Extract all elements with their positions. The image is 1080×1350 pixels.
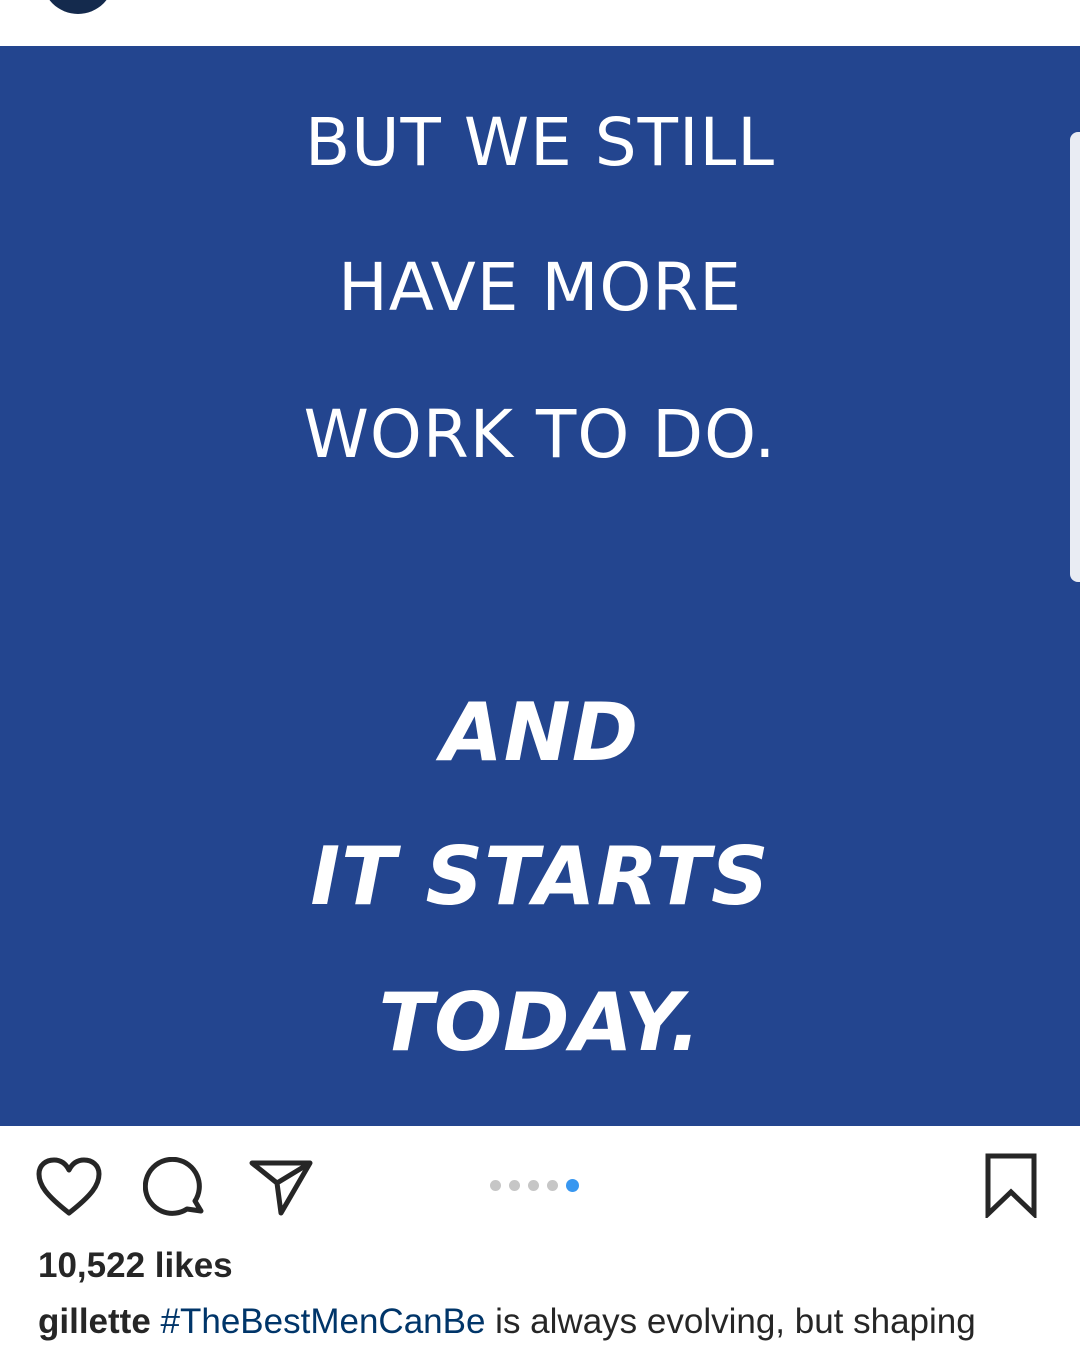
instagram-post-screen: BUT WE STILL HAVE MORE WORK TO DO. AND I…: [0, 0, 1080, 1350]
carousel-dot: [547, 1179, 558, 1191]
image-text-line-6: TODAY.: [378, 976, 702, 1069]
post-image[interactable]: BUT WE STILL HAVE MORE WORK TO DO. AND I…: [0, 46, 1080, 1126]
heart-icon[interactable]: [30, 1148, 108, 1226]
image-text-line-4: AND: [440, 686, 640, 779]
carousel-dots: [490, 1178, 579, 1192]
avatar[interactable]: [42, 0, 114, 14]
bookmark-icon[interactable]: [972, 1146, 1050, 1224]
likes-count[interactable]: 10,522 likes: [38, 1246, 233, 1286]
scroll-indicator[interactable]: [1070, 132, 1080, 582]
image-text-line-1: BUT WE STILL: [304, 104, 776, 181]
carousel-dot: [490, 1179, 501, 1191]
carousel-dot-active: [566, 1178, 579, 1192]
comment-icon[interactable]: [136, 1150, 214, 1228]
caption-username[interactable]: gillette: [38, 1302, 151, 1341]
carousel-dot: [509, 1179, 520, 1191]
image-text-line-3: WORK TO DO.: [303, 396, 777, 473]
image-text-line-2: HAVE MORE: [338, 249, 742, 326]
caption-hashtag[interactable]: #TheBestMenCanBe: [161, 1302, 486, 1341]
caption: gillette #TheBestMenCanBe is always evol…: [38, 1302, 976, 1342]
post-header: [0, 0, 1080, 46]
carousel-dot: [528, 1179, 539, 1191]
image-text-line-5: IT STARTS: [310, 830, 770, 923]
caption-text: is always evolving, but shaping: [485, 1302, 976, 1341]
share-icon[interactable]: [242, 1148, 320, 1226]
